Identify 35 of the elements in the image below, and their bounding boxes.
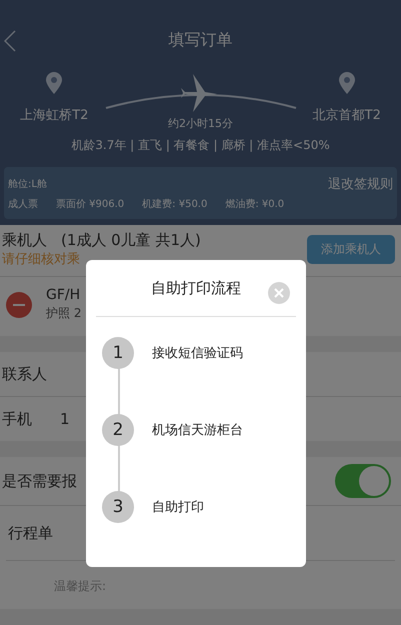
field-label: 手机 [2, 410, 32, 428]
location-pin-icon [46, 72, 62, 94]
flight-info: 机龄3.7年 | 直飞 | 有餐食 | 廊桥 | 准点率<50% [70, 137, 331, 154]
fare-item: 机建费: ¥50.0 [142, 198, 208, 211]
step-text: 自助打印 [152, 499, 204, 516]
reimbursement-toggle[interactable] [335, 464, 391, 498]
passenger-document: 护照 2 [46, 305, 82, 322]
fare-item: 燃油费: ¥0.0 [225, 198, 284, 211]
modal-title: 自助打印流程 [151, 278, 241, 298]
origin-airport: 上海虹桥T2 [20, 107, 88, 124]
passenger-name: GF/H [46, 287, 82, 303]
passenger-label: 乘机人 [2, 231, 47, 250]
passenger-count: (1成人 0儿童 共1人) [61, 231, 201, 250]
page-title: 填写订单 [168, 30, 232, 50]
reimbursement-label: 是否需要报 [2, 472, 77, 490]
add-passenger-button[interactable]: 添加乘机人 [307, 235, 395, 264]
destination-airport: 北京首都T2 [312, 107, 381, 124]
cabin-class: 舱位:L舱 [8, 178, 47, 191]
step-number: 3 [102, 491, 134, 523]
step-number: 2 [102, 414, 134, 446]
back-icon[interactable] [4, 30, 16, 52]
step-text: 接收短信验证码 [152, 345, 243, 362]
itinerary-label: 行程单 [8, 524, 53, 542]
warning-text: 请仔细核对乘 [2, 251, 81, 268]
rules-link[interactable]: 退改签规则 [328, 175, 393, 193]
location-pin-icon [338, 72, 355, 94]
field-value[interactable]: 1 [60, 410, 70, 428]
step-number: 1 [102, 337, 134, 369]
step-text: 机场信天游柜台 [152, 422, 243, 439]
flight-duration: 约2小时15分 [168, 116, 233, 131]
fare-item: 成人票 [8, 198, 38, 211]
field-label: 联系人 [2, 364, 47, 384]
close-icon[interactable] [268, 282, 290, 304]
remove-icon[interactable] [6, 292, 32, 318]
fare-item: 票面价 ¥906.0 [56, 198, 124, 211]
